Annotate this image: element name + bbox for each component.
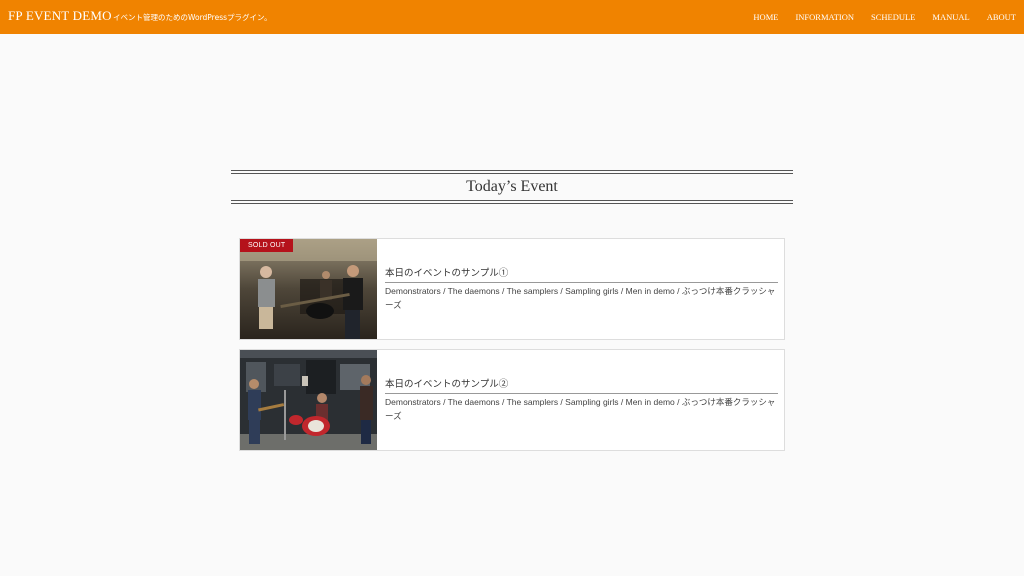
nav-about[interactable]: ABOUT bbox=[987, 12, 1016, 22]
sold-out-badge: SOLD OUT bbox=[240, 239, 294, 252]
event-performers: Demonstrators / The daemons / The sample… bbox=[385, 286, 776, 310]
event-title-link[interactable]: 本日のイベントのサンプル① bbox=[385, 265, 778, 283]
event-thumbnail-image[interactable]: SOLD OUT bbox=[240, 239, 377, 339]
nav-schedule[interactable]: SCHEDULE bbox=[871, 12, 915, 22]
site-tagline: イベント管理のためのWordPressプラグイン。 bbox=[113, 13, 272, 22]
site-header: FP EVENT DEMO イベント管理のためのWordPressプラグイン。 … bbox=[0, 0, 1024, 34]
section-heading: Today’s Event bbox=[231, 170, 793, 204]
heading-rule-bottom bbox=[231, 203, 793, 204]
nav-home[interactable]: HOME bbox=[753, 12, 778, 22]
event-title-link[interactable]: 本日のイベントのサンプル② bbox=[385, 376, 778, 394]
event-performers: Demonstrators / The daemons / The sample… bbox=[385, 397, 776, 421]
heading-rule-bottom-inner bbox=[231, 200, 793, 201]
event-thumbnail-image[interactable] bbox=[240, 350, 377, 450]
event-card[interactable]: 本日のイベントのサンプル② Demonstrators / The daemon… bbox=[239, 349, 785, 451]
band-photo-image bbox=[240, 350, 377, 450]
heading-rule-top-inner bbox=[231, 173, 793, 174]
section-title: Today’s Event bbox=[466, 178, 558, 195]
heading-rule-top bbox=[231, 170, 793, 171]
site-title-link[interactable]: FP EVENT DEMO bbox=[8, 8, 112, 24]
event-card[interactable]: SOLD OUT 本日のイベントのサンプル① Demonstrators / T… bbox=[239, 238, 785, 340]
main-nav: HOME INFORMATION SCHEDULE MANUAL ABOUT bbox=[736, 12, 1016, 22]
band-photo-image bbox=[240, 239, 377, 339]
nav-manual[interactable]: MANUAL bbox=[932, 12, 969, 22]
nav-information[interactable]: INFORMATION bbox=[795, 12, 854, 22]
